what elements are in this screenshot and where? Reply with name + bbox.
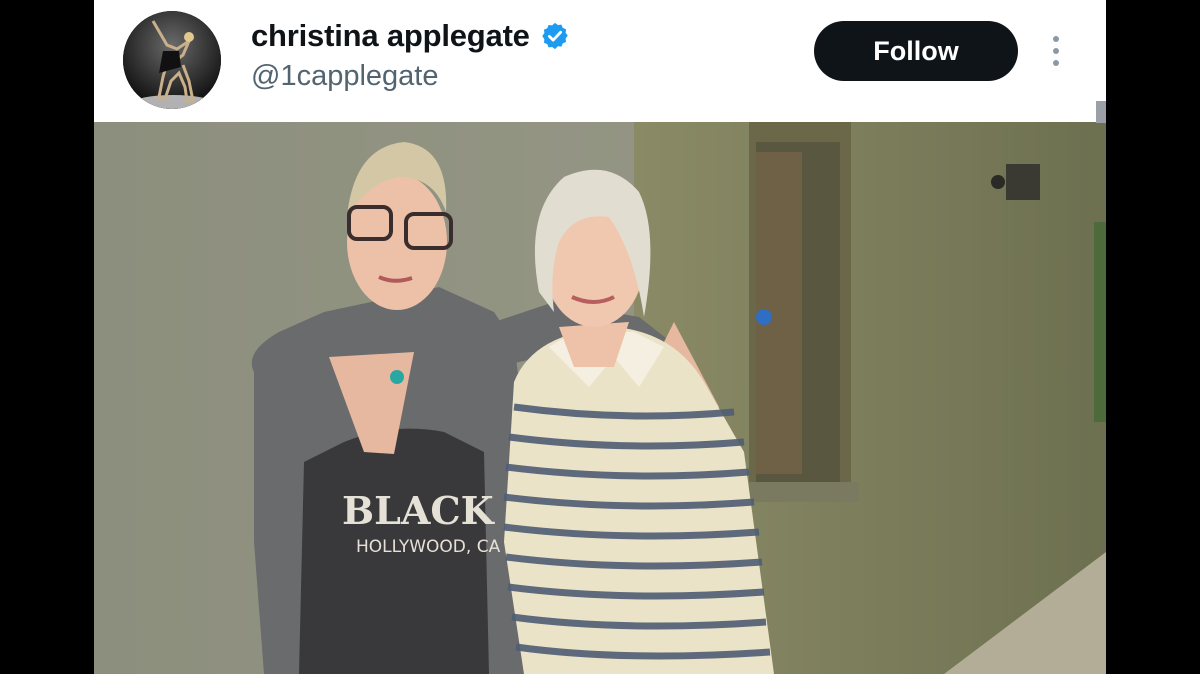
verified-badge-icon[interactable] (540, 21, 570, 51)
scrollbar-handle[interactable] (1096, 101, 1106, 123)
author-name-row: christina applegate (251, 18, 570, 54)
tweet-header: christina applegate @1capplegate Follow (94, 0, 1106, 122)
photo-scene: BLACK HOLLYWOOD, CA (94, 122, 1106, 674)
author-handle[interactable]: @1capplegate (251, 60, 438, 93)
tweet-card: christina applegate @1capplegate Follow (94, 0, 1106, 674)
avatar-image (123, 11, 221, 109)
follow-button[interactable]: Follow (814, 21, 1018, 81)
more-vertical-icon[interactable] (1049, 34, 1063, 68)
shirt-text-line2: HOLLYWOOD, CA (356, 537, 501, 557)
author-display-name[interactable]: christina applegate (251, 18, 530, 54)
shirt-text-line1: BLACK (342, 488, 496, 533)
author-avatar[interactable] (123, 11, 221, 109)
tweet-photo[interactable]: BLACK HOLLYWOOD, CA (94, 122, 1106, 674)
